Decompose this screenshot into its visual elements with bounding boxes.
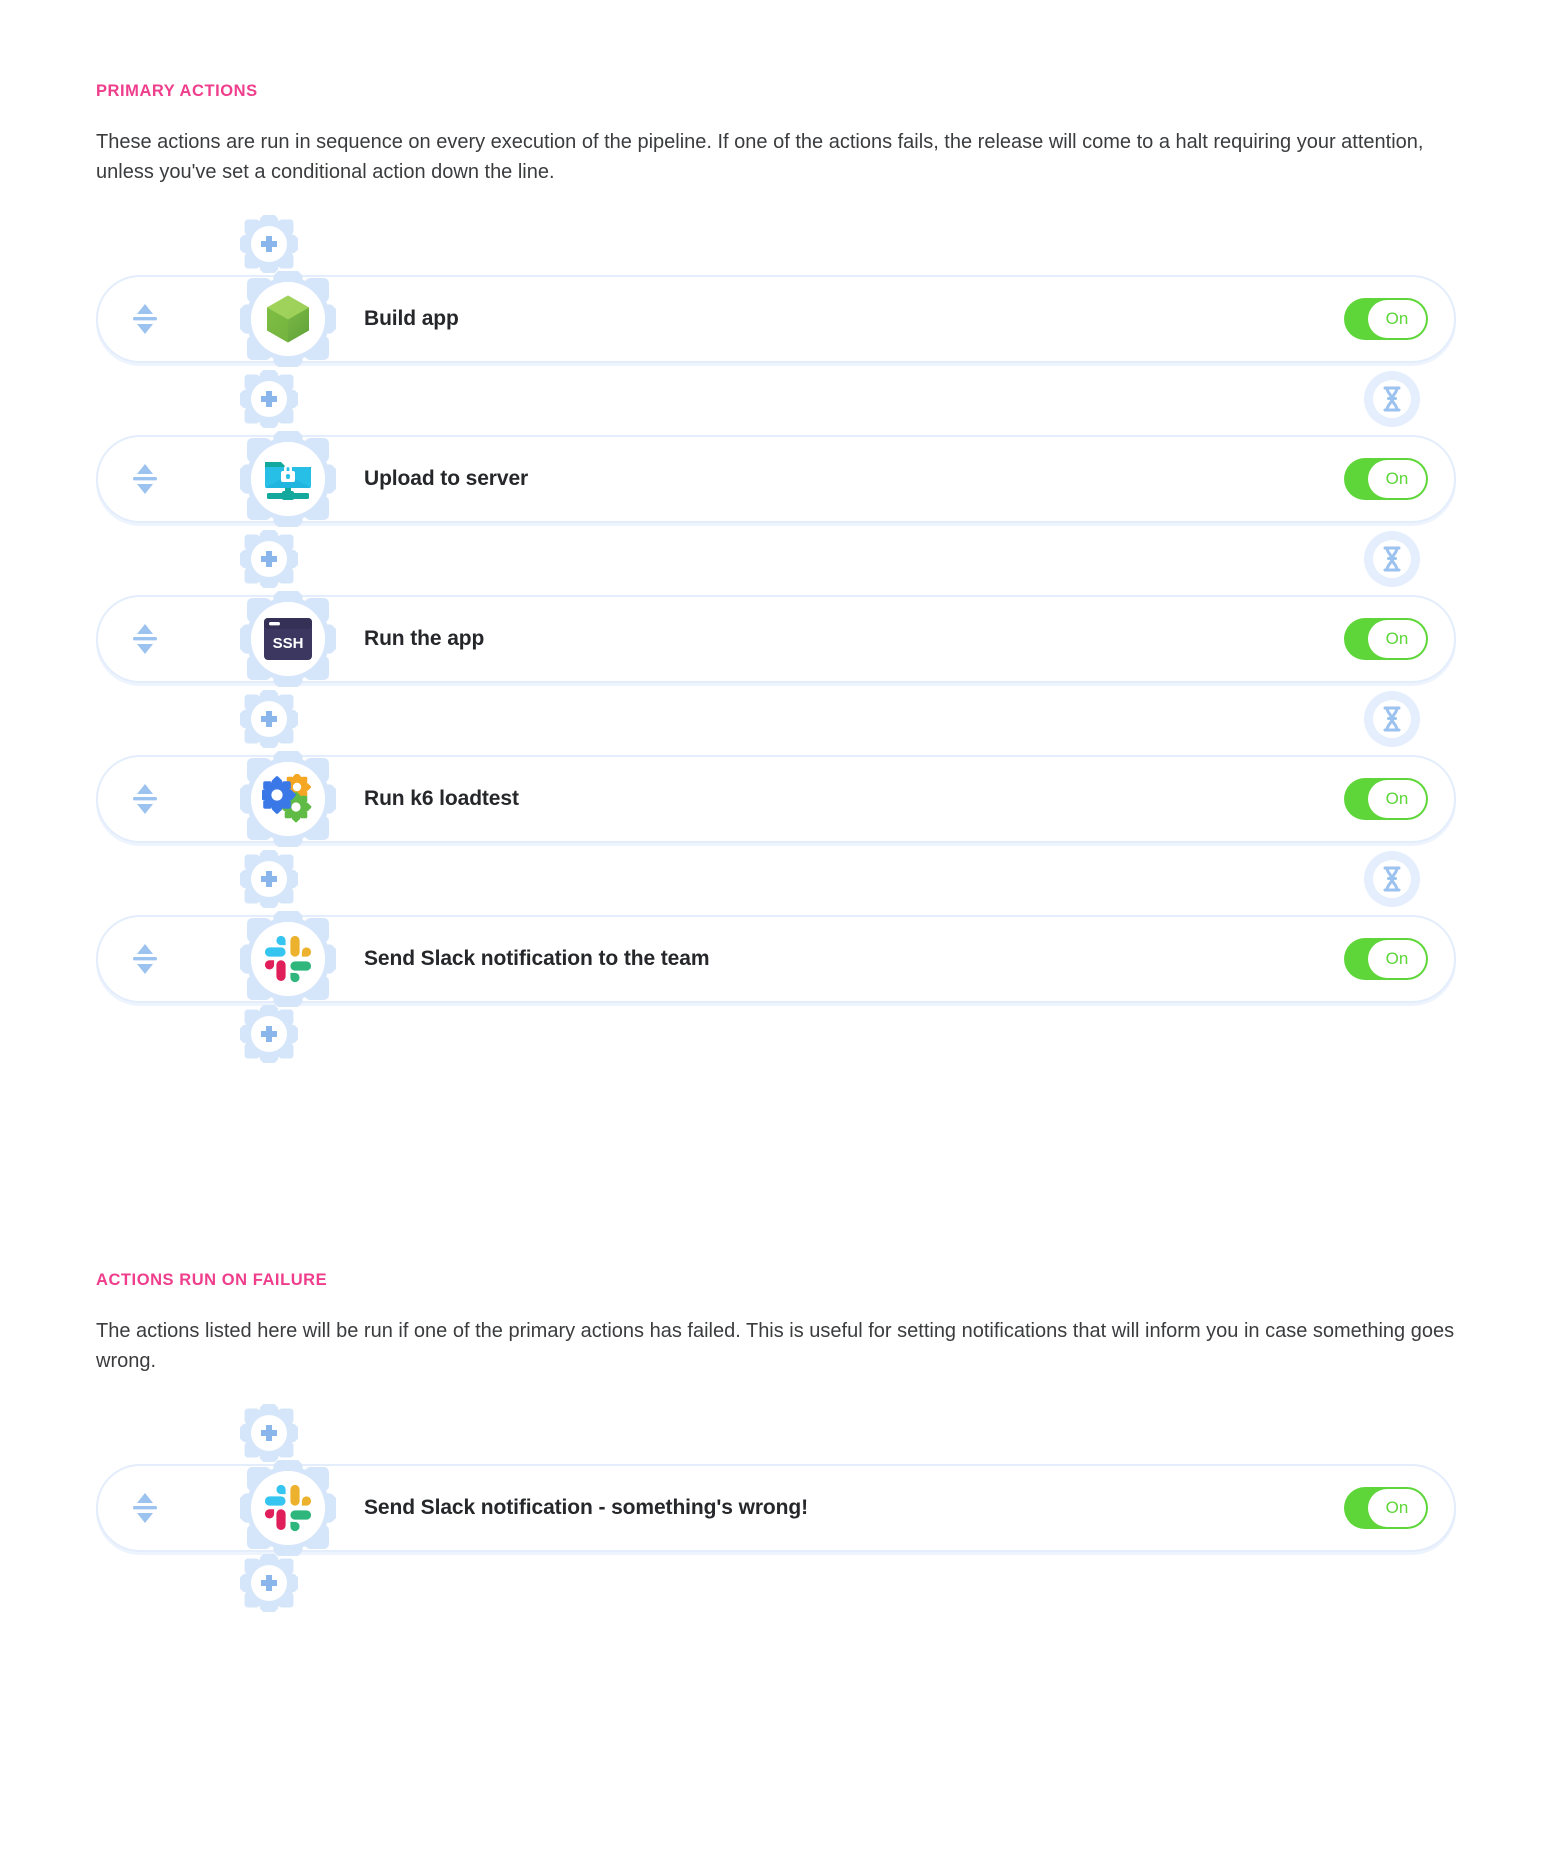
add-action-gear-icon[interactable] xyxy=(235,525,303,593)
action-connector xyxy=(96,210,1456,278)
nodejs-icon xyxy=(251,282,325,357)
action-label: Upload to server xyxy=(364,467,529,491)
drag-reorder-icon[interactable] xyxy=(130,459,160,499)
action-row[interactable]: Run k6 loadtest On xyxy=(96,751,1456,848)
add-action-gear-icon[interactable] xyxy=(235,1000,303,1068)
section-failure-actions: ACTIONS RUN ON FAILURE The actions liste… xyxy=(96,1189,1456,1620)
action-toggle[interactable]: On xyxy=(1344,618,1428,661)
hourglass-icon[interactable] xyxy=(1364,531,1420,588)
action-row[interactable]: SSH Run the app On xyxy=(96,591,1456,688)
action-icon-gear[interactable] xyxy=(240,271,336,368)
add-action-gear-icon[interactable] xyxy=(235,365,303,433)
add-action-gear-icon[interactable] xyxy=(235,845,303,913)
action-icon-gear[interactable] xyxy=(240,431,336,528)
drag-reorder-icon[interactable] xyxy=(130,939,160,979)
action-connector xyxy=(96,1400,1456,1467)
action-toggle[interactable]: On xyxy=(1344,458,1428,501)
pipeline-actions-page: PRIMARY ACTIONS These actions are run in… xyxy=(0,0,1552,1620)
section-description: The actions listed here will be run if o… xyxy=(96,1320,1455,1372)
failure-actions-pipeline: Send Slack notification - something's wr… xyxy=(96,1400,1456,1620)
add-action-gear-icon[interactable] xyxy=(235,210,303,278)
action-connector xyxy=(96,1000,1456,1068)
action-label: Run the app xyxy=(364,627,485,651)
action-row[interactable]: Build app On xyxy=(96,271,1456,368)
action-label: Build app xyxy=(364,307,459,331)
section-heading: PRIMARY ACTIONS xyxy=(96,82,258,100)
action-connector xyxy=(96,1550,1456,1617)
section-primary-actions: PRIMARY ACTIONS These actions are run in… xyxy=(96,0,1456,1071)
slack-icon xyxy=(251,922,325,997)
action-connector xyxy=(96,843,1456,915)
action-label: Run k6 loadtest xyxy=(364,787,519,811)
action-toggle[interactable]: On xyxy=(1344,778,1428,821)
section-description: These actions are run in sequence on eve… xyxy=(96,131,1424,183)
hourglass-icon[interactable] xyxy=(1364,851,1420,908)
slack-icon xyxy=(251,1471,325,1546)
primary-actions-pipeline: Build app On Upload to server On SSH Run… xyxy=(96,210,1456,1071)
drag-reorder-icon[interactable] xyxy=(130,779,160,819)
action-toggle-label: On xyxy=(1368,300,1426,339)
drag-reorder-icon[interactable] xyxy=(130,299,160,339)
action-row[interactable]: Upload to server On xyxy=(96,431,1456,528)
action-toggle-label: On xyxy=(1368,620,1426,659)
action-toggle[interactable]: On xyxy=(1344,1487,1428,1530)
action-icon-gear[interactable] xyxy=(240,751,336,848)
svg-text:SSH: SSH xyxy=(273,635,304,652)
action-toggle[interactable]: On xyxy=(1344,298,1428,341)
action-icon-gear[interactable] xyxy=(240,911,336,1008)
hourglass-icon[interactable] xyxy=(1364,691,1420,748)
action-toggle-label: On xyxy=(1368,940,1426,979)
action-label: Send Slack notification to the team xyxy=(364,947,710,971)
sftp-upload-icon xyxy=(251,442,325,517)
action-connector xyxy=(96,363,1456,435)
gears-icon xyxy=(251,762,325,837)
action-toggle-label: On xyxy=(1368,460,1426,499)
ssh-terminal-icon: SSH xyxy=(251,602,325,677)
action-connector xyxy=(96,683,1456,755)
drag-reorder-icon[interactable] xyxy=(130,1488,160,1528)
drag-reorder-icon[interactable] xyxy=(130,619,160,659)
action-row[interactable]: Send Slack notification - something's wr… xyxy=(96,1460,1456,1557)
action-row[interactable]: Send Slack notification to the team On xyxy=(96,911,1456,1008)
add-action-gear-icon[interactable] xyxy=(235,685,303,753)
action-icon-gear[interactable] xyxy=(240,1460,336,1557)
action-connector xyxy=(96,523,1456,595)
action-toggle-label: On xyxy=(1368,1489,1426,1528)
add-action-gear-icon[interactable] xyxy=(235,1550,303,1617)
hourglass-icon[interactable] xyxy=(1364,371,1420,428)
action-toggle-label: On xyxy=(1368,780,1426,819)
action-icon-gear[interactable]: SSH xyxy=(240,591,336,688)
section-heading: ACTIONS RUN ON FAILURE xyxy=(96,1271,328,1290)
action-label: Send Slack notification - something's wr… xyxy=(364,1496,808,1520)
action-toggle[interactable]: On xyxy=(1344,938,1428,981)
add-action-gear-icon[interactable] xyxy=(235,1400,303,1467)
